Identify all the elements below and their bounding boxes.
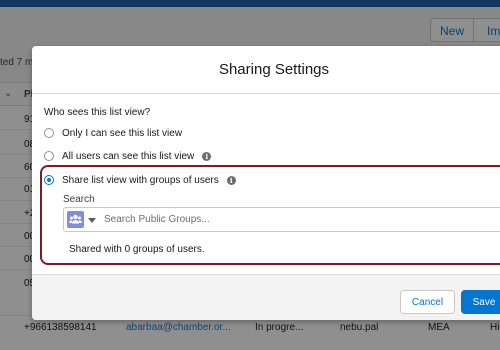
public-groups-search-box[interactable] [63,207,500,232]
search-input[interactable] [104,208,484,231]
modal-footer: Cancel Save [32,274,500,320]
info-icon[interactable]: i [226,175,236,185]
visibility-question: Who sees this list view? [44,107,151,118]
modal-header: Sharing Settings [32,46,500,94]
shared-groups-status: Shared with 0 groups of users. [69,244,205,255]
scope-chevron-down-icon[interactable] [88,218,96,223]
modal-title: Sharing Settings [218,61,330,78]
option-share-groups-row[interactable]: Share list view with groups of users i [44,172,236,188]
group-icon[interactable] [67,211,84,228]
search-label: Search [63,194,95,205]
option-only-me-row[interactable]: Only I can see this list view [44,125,182,141]
cancel-button[interactable]: Cancel [400,290,455,314]
option-only-me-text[interactable]: Only I can see this list view [62,128,182,139]
option-share-groups-text[interactable]: Share list view with groups of users [62,175,219,186]
radio-all-users-button[interactable] [44,151,54,161]
save-button[interactable]: Save [461,290,500,314]
option-all-users-text[interactable]: All users can see this list view [62,151,194,162]
info-icon[interactable]: i [202,151,212,161]
group-icon-glyph [69,214,82,224]
option-all-users-row[interactable]: All users can see this list view i [44,148,212,164]
radio-only-me-button[interactable] [44,128,54,138]
sharing-settings-modal: Sharing Settings Who sees this list view… [32,46,500,320]
radio-share-groups-button[interactable] [44,175,54,185]
